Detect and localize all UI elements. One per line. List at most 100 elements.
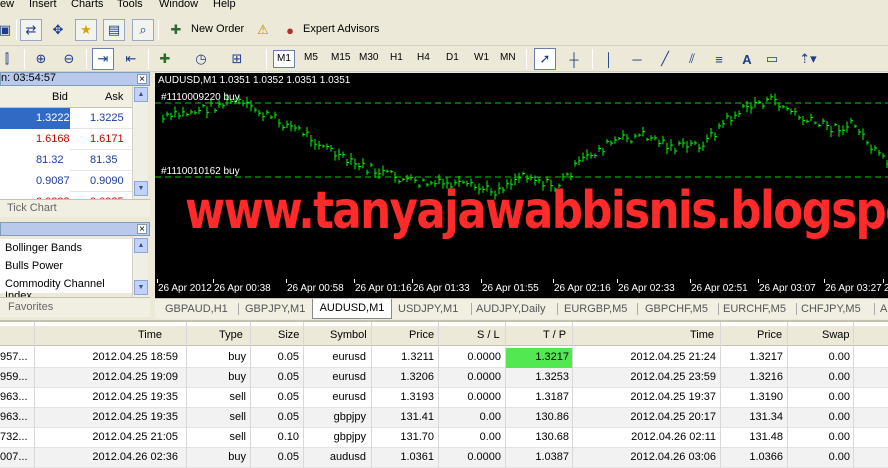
menu-window[interactable]: Window — [159, 0, 198, 10]
scroll-down-icon[interactable]: ▼ — [134, 181, 148, 196]
chart-tab[interactable]: EURCHF,M5 — [723, 301, 793, 318]
trendline-icon[interactable]: ╱ — [654, 48, 676, 70]
vertical-line-icon[interactable]: │ — [598, 48, 620, 70]
col-symbol[interactable]: Symbol — [330, 329, 367, 341]
bid-header[interactable]: Bid — [52, 91, 68, 103]
menu-insert[interactable]: Insert — [29, 0, 57, 10]
table-row[interactable]: 963... 2012.04.25 19:35 sell 0.05 eurusd 1.31… — [0, 388, 888, 408]
timeframe-h1[interactable]: H1 — [387, 50, 406, 68]
bar-chart-icon[interactable]: ⫿ — [0, 48, 18, 70]
close-icon[interactable]: × — [137, 224, 147, 235]
zoom-out-icon[interactable]: ⊖ — [58, 48, 80, 70]
crosshair-icon[interactable]: ┼ — [563, 48, 585, 70]
market-watch-row[interactable]: 81.32 81.35 — [0, 150, 132, 171]
cell-type: sell — [229, 411, 246, 423]
metaeditor-warning-icon[interactable]: ⚠ — [252, 19, 274, 41]
col-sl[interactable]: S / L — [477, 329, 500, 341]
navigator-item[interactable]: Bulls Power — [0, 257, 132, 275]
cell-price2: 1.3190 — [749, 391, 783, 403]
col-type[interactable]: Type — [219, 329, 243, 341]
templates-icon[interactable]: ⊞ — [226, 48, 248, 70]
expert-advisors-button[interactable]: ● Expert Advisors — [279, 19, 384, 41]
expert-advisors-label: Expert Advisors — [303, 23, 380, 35]
scroll-up-icon[interactable]: ▲ — [134, 238, 148, 253]
order-label-1[interactable]: #1110009220 buy — [161, 92, 240, 103]
table-row[interactable]: 963... 2012.04.25 19:35 sell 0.05 gbpjpy 131.… — [0, 408, 888, 428]
channel-icon[interactable]: ⫽ — [681, 48, 703, 70]
menu-charts[interactable]: Charts — [71, 0, 103, 10]
market-watch-row[interactable]: 1.6168 1.6171 — [0, 129, 132, 150]
market-watch-row[interactable]: 1.3222 1.3225 — [0, 108, 132, 129]
col-swap[interactable]: Swap — [822, 329, 850, 341]
strategy-tester-icon[interactable]: ⌕ — [132, 19, 154, 41]
col-close-time[interactable]: Time — [690, 329, 714, 341]
horizontal-line-icon[interactable]: ─ — [626, 48, 648, 70]
menu-help[interactable]: Help — [213, 0, 236, 10]
watermark-text: www.tanyajawabbisnis.blogspot.com — [185, 181, 888, 241]
timeframe-m15[interactable]: M15 — [328, 50, 353, 68]
col-tp[interactable]: T / P — [543, 329, 566, 341]
arrows-dropdown-icon[interactable]: ⇡▾ — [797, 48, 819, 70]
menu-view[interactable]: ew — [0, 0, 14, 10]
market-watch-row[interactable]: 0.9087 0.9090 — [0, 171, 132, 192]
chart-tab[interactable]: A — [880, 301, 888, 318]
navigator-item[interactable]: Bollinger Bands — [0, 239, 132, 257]
new-order-button[interactable]: ✚ New Order — [165, 19, 247, 41]
scroll-up-icon[interactable]: ▲ — [134, 87, 148, 102]
chart-tab[interactable]: CHFJPY,M5 — [801, 301, 871, 318]
cell-swap: 0.00 — [828, 391, 850, 403]
chart-tab[interactable]: GBPAUD,H1 — [165, 301, 235, 318]
timeframe-h4[interactable]: H4 — [414, 50, 433, 68]
chart-tab[interactable]: AUDJPY,Daily — [476, 301, 554, 318]
col-time[interactable]: Time — [138, 329, 162, 341]
cursor-icon[interactable]: ➚ — [534, 48, 556, 70]
table-row[interactable]: 957... 2012.04.25 18:59 buy 0.05 eurusd 1.321… — [0, 348, 888, 368]
fibonacci-icon[interactable]: ≡ — [708, 48, 730, 70]
navigator-scrollbar[interactable]: ▲ ▼ — [132, 237, 148, 297]
table-row[interactable]: 732... 2012.04.25 21:05 sell 0.10 gbpjpy 131.… — [0, 428, 888, 448]
order-label-2[interactable]: #1110010162 buy — [161, 166, 240, 177]
chart-shift-icon[interactable]: ⇤ — [120, 48, 142, 70]
timeframe-m5[interactable]: M5 — [301, 50, 321, 68]
terminal-icon[interactable]: ▤ — [103, 19, 125, 41]
chart-tab[interactable]: USDJPY,M1 — [398, 301, 468, 318]
indicators-icon[interactable]: ✚ — [154, 48, 176, 70]
navigator-item[interactable]: Commodity Channel Index — [0, 275, 132, 302]
chart-tab[interactable]: EURGBP,M5 — [564, 301, 634, 318]
chart-tab[interactable]: GBPCHF,M5 — [645, 301, 715, 318]
ask-header[interactable]: Ask — [105, 91, 123, 103]
market-watch-icon[interactable]: ⇄ — [20, 19, 42, 41]
timeframe-m1[interactable]: M1 — [273, 50, 295, 68]
tab-favorites[interactable]: Favorites — [8, 301, 53, 313]
chart-tab[interactable]: GBPJPY,M1 — [245, 301, 305, 318]
chart-tab[interactable]: AUDUSD,M1 — [312, 299, 392, 319]
chart-canvas[interactable] — [155, 73, 888, 279]
menu-tools[interactable]: Tools — [117, 0, 143, 10]
col-size[interactable]: Size — [278, 329, 299, 341]
tab-tick-chart[interactable]: Tick Chart — [7, 202, 57, 214]
col-close-price[interactable]: Price — [757, 329, 782, 341]
cell-time: 2012.04.25 18:59 — [92, 351, 178, 363]
autoscroll-icon[interactable]: ⇥ — [92, 48, 114, 70]
table-row[interactable]: 959... 2012.04.25 19:09 buy 0.05 eurusd 1.320… — [0, 368, 888, 388]
col-price[interactable]: Price — [409, 329, 434, 341]
cell-swap: 0.00 — [828, 431, 850, 443]
chart-title: AUDUSD,M1 1.0351 1.0352 1.0351 1.0351 — [158, 75, 351, 86]
text-icon[interactable]: A — [736, 48, 758, 70]
price-chart[interactable]: AUDUSD,M1 1.0351 1.0352 1.0351 1.0351 #1… — [155, 73, 888, 298]
market-watch-scrollbar[interactable]: ▲ ▼ — [132, 86, 148, 198]
text-label-icon[interactable]: ▭ — [761, 48, 783, 70]
navigator-star-icon[interactable]: ★ — [75, 19, 97, 41]
cell-sl: 0.0000 — [467, 371, 501, 383]
crosshair-move-icon[interactable]: ✥ — [47, 19, 69, 41]
close-icon[interactable]: × — [137, 74, 147, 85]
periods-clock-icon[interactable]: ◷ — [190, 48, 212, 70]
scroll-down-icon[interactable]: ▼ — [134, 280, 148, 295]
profiles-icon[interactable]: ▣ — [0, 19, 16, 41]
timeframe-d1[interactable]: D1 — [443, 50, 462, 68]
timeframe-m30[interactable]: M30 — [356, 50, 381, 68]
zoom-in-icon[interactable]: ⊕ — [30, 48, 52, 70]
timeframe-w1[interactable]: W1 — [471, 50, 492, 68]
timeframe-mn[interactable]: MN — [497, 50, 519, 68]
table-row[interactable]: 007... 2012.04.26 02:36 buy 0.05 audusd 1.036… — [0, 448, 888, 468]
